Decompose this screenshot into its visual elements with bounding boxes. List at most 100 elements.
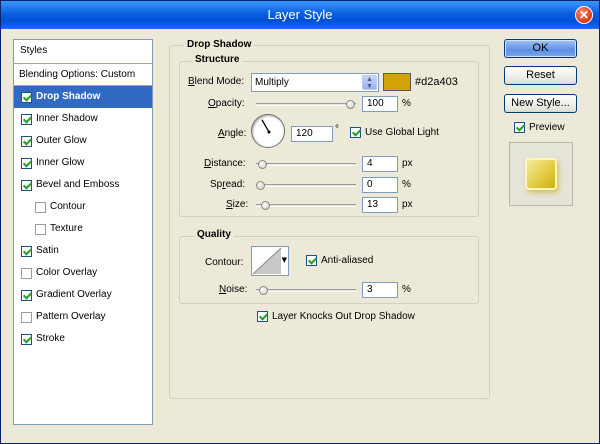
opacity-label: Opacity: <box>208 98 245 109</box>
new-style-button[interactable]: New Style... <box>504 94 577 113</box>
size-slider-thumb[interactable] <box>260 201 270 210</box>
style-item-label: Inner Shadow <box>36 113 98 124</box>
contour-dropdown-icon: ▼ <box>281 256 287 264</box>
preview-swatch <box>525 158 557 190</box>
distance-label: Distance: <box>204 158 246 169</box>
distance-unit: px <box>402 158 413 169</box>
style-item-checkbox[interactable] <box>21 157 32 169</box>
styles-list: Styles Blending Options: Custom Drop Sha… <box>13 39 153 425</box>
style-item[interactable]: Satin <box>14 240 152 262</box>
anti-aliased-label[interactable]: Anti-aliased <box>321 255 373 266</box>
contour-label: Contour: <box>205 257 244 268</box>
blend-mode-value: Multiply <box>255 77 289 88</box>
size-label: Size: <box>226 199 249 210</box>
blend-mode-label-rest: lend Mode: <box>194 76 245 87</box>
style-item[interactable]: Drop Shadow <box>14 86 152 108</box>
style-item[interactable]: Pattern Overlay <box>14 306 152 328</box>
style-item-checkbox[interactable] <box>21 113 32 125</box>
opacity-unit: % <box>402 98 411 109</box>
distance-input[interactable]: 4 <box>362 156 398 172</box>
window-title: Layer Style <box>267 7 333 22</box>
noise-input[interactable]: 3 <box>362 282 398 298</box>
anti-aliased-checkbox[interactable] <box>306 255 317 266</box>
style-item-label: Bevel and Emboss <box>36 179 120 190</box>
knockout-label[interactable]: Layer Knocks Out Drop Shadow <box>272 311 415 322</box>
style-item-checkbox[interactable] <box>21 135 32 147</box>
spread-slider-thumb[interactable] <box>256 181 265 190</box>
angle-dial[interactable] <box>251 114 285 148</box>
quality-title: Quality <box>194 229 234 240</box>
style-item-label: Satin <box>36 245 59 256</box>
distance-slider-thumb[interactable] <box>257 160 267 169</box>
style-item[interactable]: Outer Glow <box>14 130 152 152</box>
style-item-label: Outer Glow <box>36 135 87 146</box>
style-item-checkbox[interactable] <box>21 179 32 191</box>
style-item-checkbox[interactable] <box>21 245 32 257</box>
spread-slider[interactable] <box>256 181 356 190</box>
style-item[interactable]: Inner Glow <box>14 152 152 174</box>
preview-label[interactable]: Preview <box>529 122 565 133</box>
layer-style-dialog: Layer Style ✕ Styles Blending Options: C… <box>0 0 600 444</box>
style-item-label: Texture <box>50 223 83 234</box>
reset-button[interactable]: Reset <box>504 66 577 85</box>
style-item-label: Color Overlay <box>36 267 98 278</box>
angle-dial-needle <box>261 119 271 134</box>
spread-unit: % <box>402 179 411 190</box>
select-arrows-icon: ▲ ▼ <box>362 75 377 90</box>
spread-input[interactable]: 0 <box>362 177 398 193</box>
style-item[interactable]: Texture <box>14 218 152 240</box>
noise-slider[interactable] <box>256 286 356 295</box>
contour-curve-icon <box>252 247 282 275</box>
style-item[interactable]: Bevel and Emboss <box>14 174 152 196</box>
size-input[interactable]: 13 <box>362 197 398 213</box>
style-item-checkbox[interactable] <box>21 267 32 279</box>
angle-label: Angle: <box>218 128 247 139</box>
style-item-label: Drop Shadow <box>36 91 101 102</box>
style-item-label: Pattern Overlay <box>36 311 106 322</box>
size-slider[interactable] <box>256 201 356 210</box>
style-item-checkbox[interactable] <box>35 201 46 213</box>
style-item-checkbox[interactable] <box>21 333 32 345</box>
style-item-checkbox[interactable] <box>35 223 46 235</box>
style-item-label: Gradient Overlay <box>36 289 112 300</box>
style-item[interactable]: Gradient Overlay <box>14 284 152 306</box>
contour-picker[interactable]: ▼ <box>251 246 289 276</box>
style-items: Drop Shadow Inner Shadow Outer Glow Inner G… <box>14 86 152 350</box>
size-unit: px <box>402 199 413 210</box>
opacity-slider[interactable] <box>256 100 356 109</box>
noise-unit: % <box>402 284 411 295</box>
style-item[interactable]: Inner Shadow <box>14 108 152 130</box>
styles-header[interactable]: Styles <box>14 40 152 64</box>
blending-options-item[interactable]: Blending Options: Custom <box>14 64 152 86</box>
use-global-light-checkbox[interactable] <box>350 127 361 138</box>
knockout-checkbox[interactable] <box>257 311 268 322</box>
preview-checkbox[interactable] <box>514 122 525 133</box>
style-item-label: Contour <box>50 201 86 212</box>
style-item[interactable]: Stroke <box>14 328 152 350</box>
shadow-color-swatch[interactable] <box>383 73 411 91</box>
opacity-slider-thumb[interactable] <box>346 100 355 109</box>
angle-input[interactable]: 120 <box>291 126 333 142</box>
distance-slider[interactable] <box>256 160 356 169</box>
style-item-checkbox[interactable] <box>21 289 32 301</box>
angle-unit: ° <box>335 124 339 135</box>
close-icon[interactable]: ✕ <box>575 6 593 24</box>
style-item-checkbox[interactable] <box>21 311 32 323</box>
noise-label: Noise: <box>219 284 248 295</box>
drop-shadow-title: Drop Shadow <box>184 39 255 50</box>
shadow-color-hex: #d2a403 <box>415 76 458 88</box>
style-item-checkbox[interactable] <box>21 91 32 103</box>
style-preview <box>509 142 573 206</box>
style-item[interactable]: Contour <box>14 196 152 218</box>
style-item-label: Stroke <box>36 333 65 344</box>
structure-title: Structure <box>192 54 243 65</box>
spread-label: Spread: <box>210 179 246 190</box>
style-item[interactable]: Color Overlay <box>14 262 152 284</box>
opacity-input[interactable]: 100 <box>362 96 398 112</box>
title-bar: Layer Style ✕ <box>1 1 599 29</box>
ok-button[interactable]: OK <box>504 39 577 58</box>
blend-mode-select[interactable]: Multiply ▲ ▼ <box>251 73 379 92</box>
style-item-label: Inner Glow <box>36 157 85 168</box>
use-global-light-label[interactable]: Use Global Light <box>365 127 439 138</box>
noise-slider-thumb[interactable] <box>258 286 268 295</box>
